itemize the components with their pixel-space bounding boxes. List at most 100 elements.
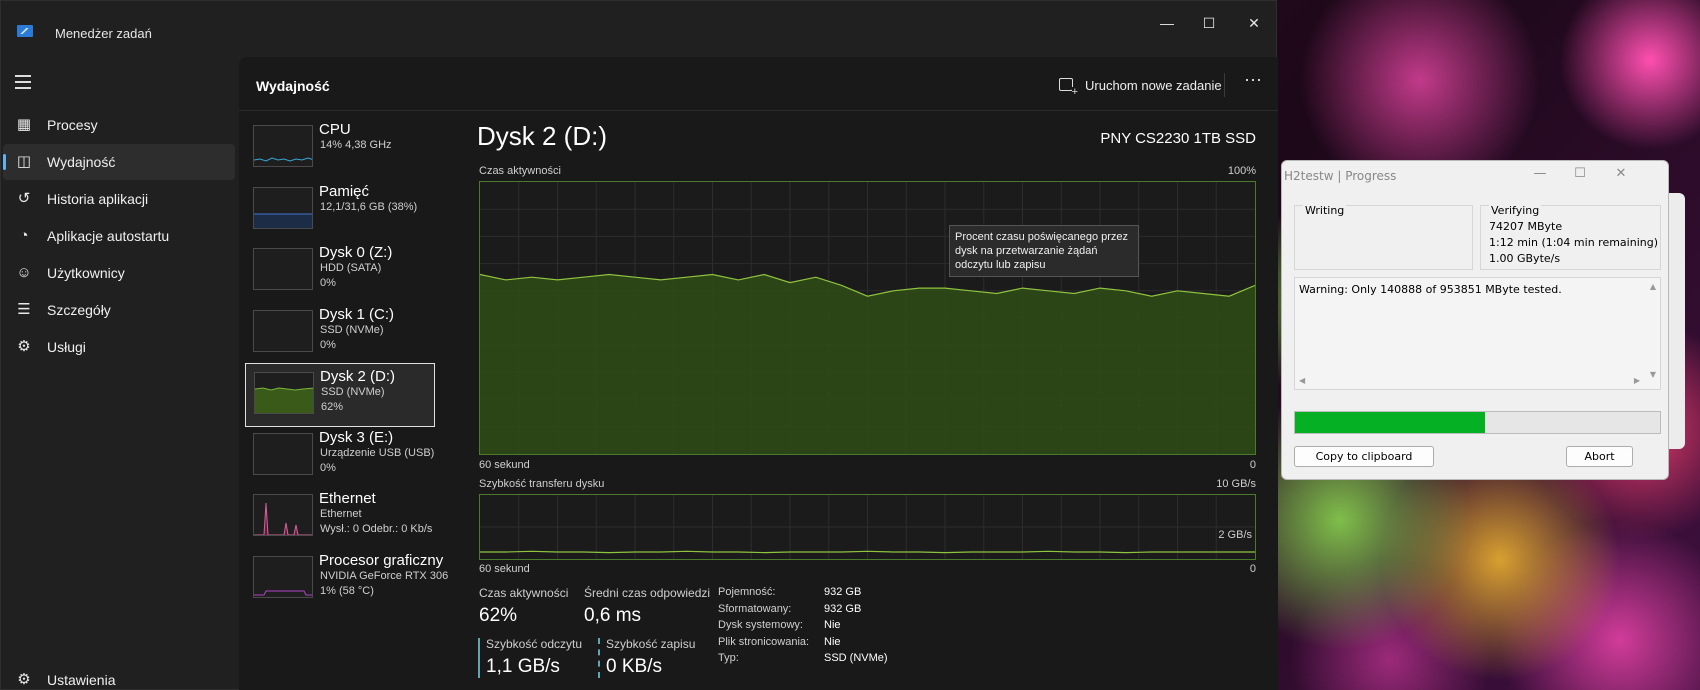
- transfer-graph-xmin: 0: [1249, 563, 1256, 575]
- device-value: 62%: [321, 401, 344, 413]
- scroll-up-arrow-icon[interactable]: ▲: [1650, 282, 1656, 291]
- verify-speed: 1.00 GByte/s: [1489, 252, 1561, 265]
- transfer-graph-label: Szybkość transferu dysku: [479, 478, 605, 490]
- device-name: Pamięć: [319, 182, 370, 200]
- device-item[interactable]: Dysk 1 (C:) SSD (NVMe) 0%: [245, 302, 435, 366]
- read-speed-indicator: [478, 638, 480, 678]
- activity-tooltip: Procent czasu poświęcanego przez dysk na…: [949, 225, 1139, 277]
- h2testw-progress-dialog: H2testw | Progress — ☐ ✕ Writing Verifyi…: [1281, 160, 1669, 480]
- details-icon: ☰: [17, 301, 31, 318]
- sidebar-item-users[interactable]: ☺ Użytkownicy: [3, 255, 235, 291]
- stat-read-label: Szybkość odczytu: [486, 637, 583, 651]
- device-sparkline: [253, 555, 313, 598]
- more-options-button[interactable]: ···: [1241, 69, 1265, 93]
- stat-active-label: Czas aktywności: [479, 586, 569, 600]
- run-new-task-label: Uruchom nowe zadanie: [1085, 78, 1222, 93]
- services-icon: ⚙: [17, 338, 31, 355]
- device-subtitle: SSD (NVMe): [320, 323, 384, 336]
- device-subtitle: Urządzenie USB (USB): [320, 446, 435, 459]
- device-item[interactable]: CPU 14% 4,38 GHz: [245, 117, 435, 181]
- page-title: Wydajność: [256, 78, 330, 94]
- dialog-minimize-button[interactable]: —: [1532, 166, 1548, 182]
- device-sparkline: [253, 186, 313, 229]
- device-item[interactable]: Dysk 3 (E:) Urządzenie USB (USB) 0%: [245, 425, 435, 489]
- horizontal-scrollbar[interactable]: ◀ ▶: [1295, 375, 1660, 389]
- device-item[interactable]: Ethernet Ethernet Wysł.: 0 Odebr.: 0 Kb/s: [245, 486, 435, 550]
- property-value: Nie: [824, 635, 841, 648]
- stat-active-value: 62%: [479, 605, 518, 626]
- writing-group: Writing: [1294, 204, 1473, 270]
- device-sparkline: [253, 494, 313, 536]
- device-subtitle: NVIDIA GeForce RTX 306: [320, 569, 449, 582]
- abort-button[interactable]: Abort: [1566, 446, 1633, 467]
- task-manager-window: Menedżer zadań — ☐ ✕ ▦ Procesy ◫ Wydajność ↺…: [0, 0, 1278, 690]
- device-subtitle: SSD (NVMe): [321, 386, 385, 398]
- minimize-button[interactable]: —: [1156, 13, 1178, 33]
- device-name: CPU: [319, 121, 351, 138]
- verifying-group: Verifying 74207 MByte 1:12 min (1:04 min…: [1480, 204, 1661, 270]
- scroll-right-arrow-icon[interactable]: ▶: [1634, 376, 1640, 385]
- new-task-icon: [1059, 78, 1078, 97]
- sidebar-item-details[interactable]: ☰ Szczegóły: [3, 292, 235, 328]
- dialog-maximize-button[interactable]: ☐: [1572, 166, 1588, 182]
- device-item[interactable]: Dysk 2 (D:) SSD (NVMe) 62%: [245, 363, 435, 427]
- sidebar-item-label: Usługi: [47, 339, 86, 355]
- property-key: Plik stronicowania:: [718, 635, 810, 648]
- stat-response-label: Średni czas odpowiedzi: [584, 586, 711, 600]
- device-name: Dysk 1 (C:): [319, 305, 394, 323]
- device-value: 0%: [320, 338, 336, 351]
- device-subtitle: 12,1/31,6 GB (38%): [320, 200, 418, 213]
- hamburger-menu-icon[interactable]: [15, 75, 31, 89]
- log-textbox[interactable]: Warning: Only 140888 of 953851 MByte tes…: [1294, 277, 1661, 390]
- device-name: Dysk 0 (Z:): [319, 244, 393, 261]
- sidebar-item-label: Aplikacje autostartu: [47, 228, 170, 244]
- transfer-graph-xlabel: 60 sekund: [479, 563, 530, 575]
- device-item[interactable]: Dysk 0 (Z:) HDD (SATA) 0%: [245, 240, 435, 304]
- performance-panel: Wydajność Uruchom nowe zadanie ··· CPU14…: [239, 57, 1278, 690]
- transfer-graph-mid: 2 GB/s: [1218, 529, 1252, 541]
- gear-icon: ⚙: [17, 671, 31, 688]
- users-icon: ☺: [16, 264, 32, 281]
- property-value: 932 GB: [824, 586, 862, 598]
- sidebar-item-processes[interactable]: ▦ Procesy: [3, 107, 235, 143]
- device-name: Ethernet: [319, 490, 376, 507]
- stat-write-value: 0 KB/s: [606, 656, 662, 677]
- scroll-left-arrow-icon[interactable]: ◀: [1299, 376, 1305, 385]
- device-name: Procesor graficzny: [319, 551, 444, 569]
- startup-apps-icon: ◔: [19, 227, 29, 244]
- close-button[interactable]: ✕: [1243, 13, 1265, 33]
- device-item[interactable]: Pamięć 12,1/31,6 GB (38%): [245, 179, 435, 243]
- app-history-icon: ↺: [17, 190, 31, 207]
- write-speed-indicator: [598, 638, 600, 678]
- activity-graph-max: 100%: [1227, 165, 1256, 177]
- property-value: 932 GB: [824, 602, 862, 615]
- sidebar-item-startup-apps[interactable]: ◔ Aplikacje autostartu: [3, 218, 235, 254]
- device-sparkline: [253, 248, 313, 290]
- series-area: [480, 274, 1255, 454]
- copy-to-clipboard-button[interactable]: Copy to clipboard: [1294, 446, 1434, 467]
- activity-graph-label: Czas aktywności: [479, 165, 561, 177]
- sidebar-item-settings[interactable]: ⚙ Ustawienia: [3, 662, 235, 690]
- header-divider: [1224, 73, 1225, 97]
- verify-time: 1:12 min (1:04 min remaining): [1489, 236, 1659, 249]
- property-key: Sformatowany:: [718, 602, 792, 615]
- sidebar-item-performance[interactable]: ◫ Wydajność: [3, 144, 235, 180]
- progress-bar-fill: [1295, 412, 1485, 433]
- sidebar-item-services[interactable]: ⚙ Usługi: [3, 329, 235, 365]
- dialog-close-button[interactable]: ✕: [1613, 166, 1629, 182]
- stat-read-value: 1,1 GB/s: [486, 656, 560, 677]
- title-bar[interactable]: Menedżer zadań — ☐ ✕: [1, 1, 1276, 47]
- activity-graph-xmin: 0: [1249, 459, 1256, 471]
- window-title: Menedżer zadań: [55, 26, 152, 41]
- property-value: Nie: [824, 619, 841, 631]
- sidebar-item-app-history[interactable]: ↺ Historia aplikacji: [3, 181, 235, 217]
- disk-title: Dysk 2 (D:): [477, 121, 607, 151]
- device-subtitle: 14% 4,38 GHz: [320, 139, 392, 151]
- transfer-graph: [479, 494, 1256, 560]
- maximize-button[interactable]: ☐: [1198, 13, 1220, 33]
- device-item[interactable]: Procesor graficzny NVIDIA GeForce RTX 306…: [245, 548, 448, 612]
- device-sparkline: [253, 309, 313, 352]
- sidebar-item-label: Procesy: [47, 117, 98, 133]
- task-manager-icon: [17, 25, 33, 37]
- run-new-task-button[interactable]: Uruchom nowe zadanie: [1059, 71, 1222, 99]
